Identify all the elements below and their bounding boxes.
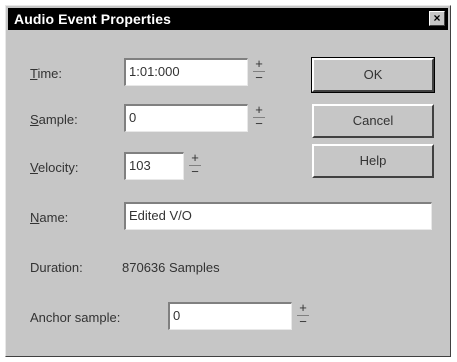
- decrement-icon[interactable]: −: [188, 165, 202, 178]
- duration-label: Duration:: [30, 260, 83, 275]
- decrement-icon[interactable]: −: [252, 71, 266, 84]
- dialog-title: Audio Event Properties: [14, 11, 172, 27]
- help-button[interactable]: Help: [312, 144, 434, 178]
- time-label-text: ime:: [37, 66, 63, 81]
- velocity-label-accel: V: [30, 160, 38, 175]
- close-button[interactable]: ×: [429, 11, 445, 26]
- increment-icon[interactable]: +: [188, 151, 202, 164]
- sample-input[interactable]: 0: [124, 104, 248, 132]
- increment-icon[interactable]: +: [252, 103, 266, 116]
- sample-label: Sample:: [30, 112, 78, 127]
- name-label-accel: N: [30, 210, 40, 225]
- velocity-label-text: elocity:: [37, 160, 79, 175]
- time-spinner[interactable]: + −: [252, 57, 266, 86]
- time-label: Time:: [30, 66, 62, 81]
- close-icon: ×: [433, 11, 441, 25]
- time-input[interactable]: 1:01:000: [124, 58, 248, 86]
- increment-icon[interactable]: +: [296, 301, 310, 314]
- decrement-icon[interactable]: −: [296, 315, 310, 328]
- name-label-text: ame:: [39, 210, 69, 225]
- increment-icon[interactable]: +: [252, 57, 266, 70]
- audio-event-properties-dialog: Audio Event Properties × Time: 1:01:000 …: [5, 5, 451, 357]
- duration-value: 870636 Samples: [122, 260, 220, 275]
- velocity-label: Velocity:: [30, 160, 78, 175]
- ok-button[interactable]: OK: [311, 57, 435, 93]
- decrement-icon[interactable]: −: [252, 117, 266, 130]
- sample-label-text: ample:: [38, 112, 78, 127]
- sample-label-accel: S: [30, 112, 39, 127]
- anchor-sample-spinner[interactable]: + −: [296, 301, 310, 330]
- name-label: Name:: [30, 210, 68, 225]
- name-input[interactable]: Edited V/O: [124, 202, 432, 230]
- anchor-sample-input[interactable]: 0: [168, 302, 292, 330]
- velocity-spinner[interactable]: + −: [188, 151, 202, 180]
- cancel-button[interactable]: Cancel: [312, 104, 434, 138]
- anchor-sample-label: Anchor sample:: [30, 310, 121, 325]
- title-bar[interactable]: Audio Event Properties ×: [8, 8, 448, 30]
- velocity-input[interactable]: 103: [124, 152, 184, 180]
- sample-spinner[interactable]: + −: [252, 103, 266, 132]
